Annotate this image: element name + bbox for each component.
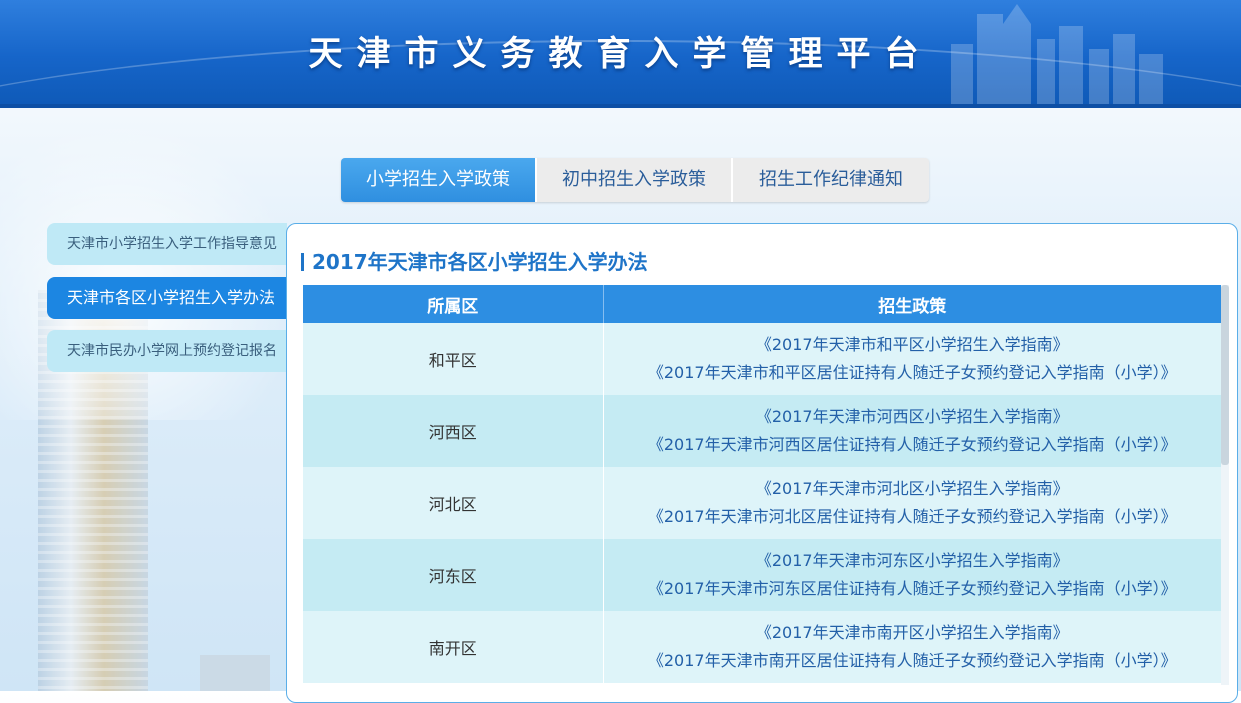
tab-enrollment-discipline[interactable]: 招生工作纪律通知 (733, 158, 929, 202)
policy-link[interactable]: 《2017年天津市河东区居住证持有人随迁子女预约登记入学指南（小学）》 (604, 575, 1222, 603)
sidebar-item-guidance[interactable]: 天津市小学招生入学工作指导意见 (47, 223, 287, 265)
district-cell: 河北区 (303, 467, 604, 539)
table-header-row: 所属区 招生政策 (303, 285, 1221, 323)
background-building (200, 655, 270, 691)
table-row: 河东区 《2017年天津市河东区小学招生入学指南》 《2017年天津市河东区居住… (303, 539, 1221, 611)
policy-cell: 《2017年天津市南开区小学招生入学指南》 《2017年天津市南开区居住证持有人… (603, 611, 1221, 683)
policy-link[interactable]: 《2017年天津市河西区小学招生入学指南》 (604, 403, 1222, 431)
district-cell: 南开区 (303, 611, 604, 683)
tab-primary-school-policy[interactable]: 小学招生入学政策 (341, 158, 537, 202)
content-panel: 2017年天津市各区小学招生入学办法 所属区 招生政策 和平区 《2017年天津… (286, 223, 1238, 703)
scrollbar-thumb[interactable] (1221, 285, 1229, 465)
header-banner: 天津市义务教育入学管理平台 (0, 0, 1241, 104)
policy-link[interactable]: 《2017年天津市南开区居住证持有人随迁子女预约登记入学指南（小学）》 (604, 647, 1222, 675)
sidebar-item-district-methods[interactable]: 天津市各区小学招生入学办法 (47, 277, 287, 319)
policy-tabs: 小学招生入学政策 初中招生入学政策 招生工作纪律通知 (341, 158, 929, 202)
policy-link[interactable]: 《2017年天津市河北区小学招生入学指南》 (604, 475, 1222, 503)
site-title: 天津市义务教育入学管理平台 (308, 34, 933, 74)
table-row: 河北区 《2017年天津市河北区小学招生入学指南》 《2017年天津市河北区居住… (303, 467, 1221, 539)
content-heading-text: 2017年天津市各区小学招生入学办法 (312, 250, 648, 274)
column-header-district: 所属区 (303, 285, 604, 323)
tab-middle-school-policy[interactable]: 初中招生入学政策 (537, 158, 733, 202)
policy-link[interactable]: 《2017年天津市河西区居住证持有人随迁子女预约登记入学指南（小学）》 (604, 431, 1222, 459)
policy-cell: 《2017年天津市和平区小学招生入学指南》 《2017年天津市和平区居住证持有人… (603, 323, 1221, 395)
content-heading: 2017年天津市各区小学招生入学办法 (301, 246, 648, 275)
district-cell: 河西区 (303, 395, 604, 467)
table-row: 河西区 《2017年天津市河西区小学招生入学指南》 《2017年天津市河西区居住… (303, 395, 1221, 467)
heading-marker (301, 253, 304, 271)
table-row: 和平区 《2017年天津市和平区小学招生入学指南》 《2017年天津市和平区居住… (303, 323, 1221, 395)
district-cell: 和平区 (303, 323, 604, 395)
sidebar-item-private-registration[interactable]: 天津市民办小学网上预约登记报名 (47, 330, 287, 372)
policy-link[interactable]: 《2017年天津市南开区小学招生入学指南》 (604, 619, 1222, 647)
policy-cell: 《2017年天津市河北区小学招生入学指南》 《2017年天津市河北区居住证持有人… (603, 467, 1221, 539)
policy-link[interactable]: 《2017年天津市和平区小学招生入学指南》 (604, 331, 1222, 359)
policy-table: 所属区 招生政策 和平区 《2017年天津市和平区小学招生入学指南》 《2017… (303, 285, 1221, 683)
header-divider (0, 104, 1241, 108)
district-cell: 河东区 (303, 539, 604, 611)
policy-link[interactable]: 《2017年天津市河北区居住证持有人随迁子女预约登记入学指南（小学）》 (604, 503, 1222, 531)
table-scrollbar[interactable] (1221, 285, 1229, 685)
policy-link[interactable]: 《2017年天津市和平区居住证持有人随迁子女预约登记入学指南（小学）》 (604, 359, 1222, 387)
policy-link[interactable]: 《2017年天津市河东区小学招生入学指南》 (604, 547, 1222, 575)
policy-cell: 《2017年天津市河东区小学招生入学指南》 《2017年天津市河东区居住证持有人… (603, 539, 1221, 611)
table-row: 南开区 《2017年天津市南开区小学招生入学指南》 《2017年天津市南开区居住… (303, 611, 1221, 683)
column-header-policy: 招生政策 (603, 285, 1221, 323)
policy-cell: 《2017年天津市河西区小学招生入学指南》 《2017年天津市河西区居住证持有人… (603, 395, 1221, 467)
background-cloud (0, 120, 300, 420)
